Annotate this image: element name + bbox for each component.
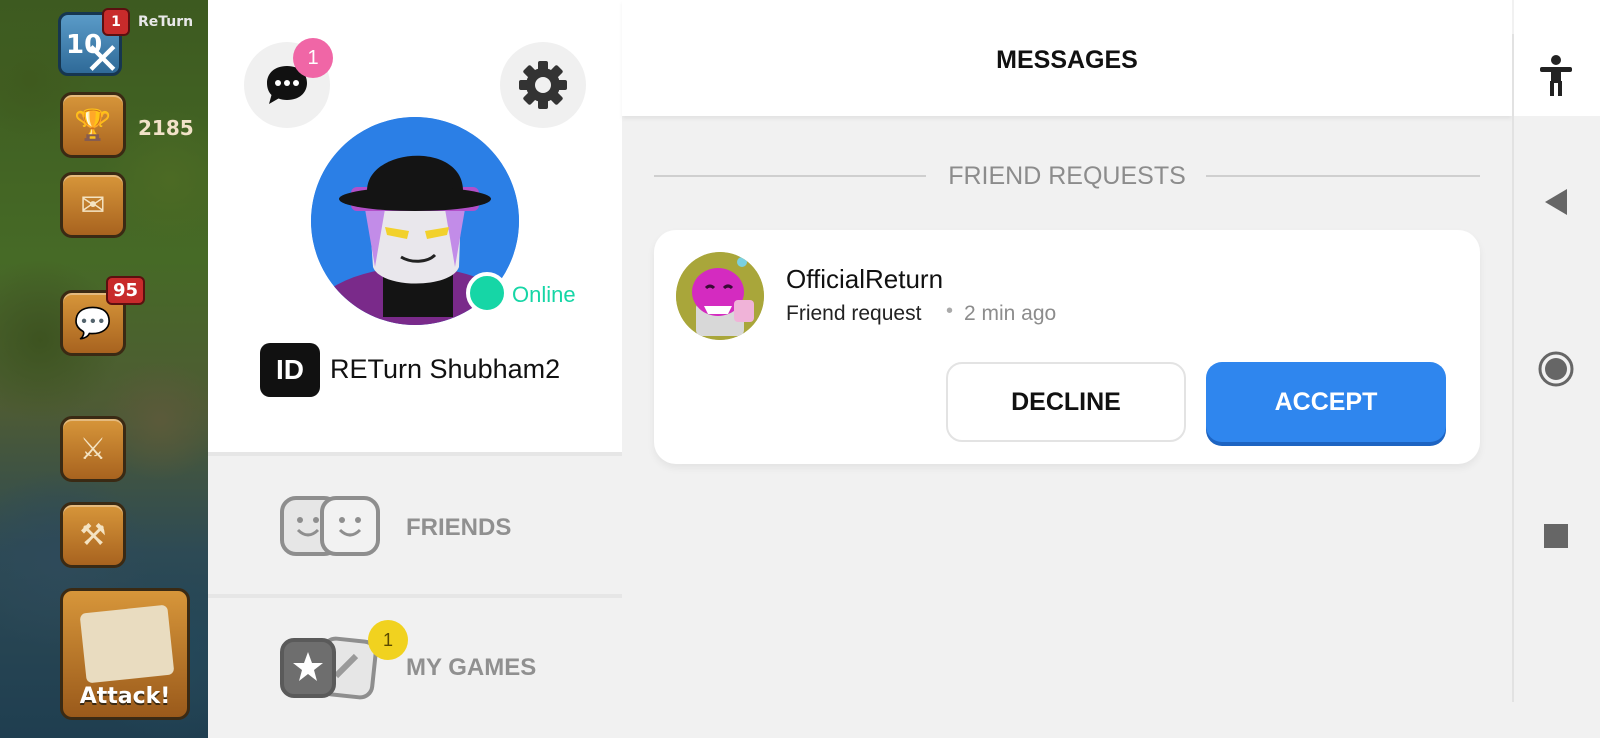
game-mail-button: ✉: [60, 172, 126, 238]
chat-icon: 💬: [74, 305, 112, 341]
request-avatar-image: [676, 252, 764, 340]
menu-item-friends[interactable]: FRIENDS: [208, 458, 622, 594]
friend-request-card: OfficialReturn Friend request • 2 min ag…: [654, 230, 1480, 464]
profile-panel: 1 Online ID RETurn Shubham2 FRIENDS 1 MY…: [208, 0, 622, 738]
section-divider: FRIEND REQUESTS: [654, 160, 1480, 190]
menu-item-label: MY GAMES: [406, 654, 537, 681]
separator-dot: •: [946, 300, 954, 322]
game-trophy-button: 🏆: [60, 92, 126, 158]
game-player-name: ReTurn: [138, 14, 194, 30]
request-avatar[interactable]: [676, 252, 764, 340]
page-title: MESSAGES: [996, 46, 1138, 74]
request-sender-name: OfficialReturn: [786, 264, 944, 294]
request-timestamp: 2 min ago: [964, 302, 1057, 325]
game-trophy-count: 2185: [138, 116, 194, 140]
hammer-icon: ⚒: [79, 517, 107, 553]
gear-icon: [519, 61, 567, 109]
recents-icon[interactable]: [1532, 512, 1580, 560]
system-navigation-bar: [1512, 0, 1600, 738]
game-background: 10 1 ReTurn ✕ 🏆 2185 ✉ 💬 95 ⚔ ⚒ Attack!: [0, 0, 210, 738]
friends-faces-icon: [280, 496, 380, 556]
menu-divider: [208, 452, 622, 456]
game-chat-badge: 95: [106, 276, 146, 305]
settings-button[interactable]: [500, 42, 586, 128]
game-builder-button: ⚒: [60, 502, 126, 568]
username: RETurn Shubham2: [330, 354, 561, 384]
game-battle-button: ⚔: [60, 416, 126, 482]
trophy-icon: 🏆: [74, 107, 112, 143]
game-attack-button: Attack!: [60, 588, 190, 720]
system-bar-divider: [1512, 34, 1514, 702]
online-status-dot: [466, 272, 508, 314]
chat-notification-badge: 1: [293, 38, 333, 78]
back-icon[interactable]: [1532, 178, 1580, 226]
profile-card: 1 Online ID RETurn Shubham2: [208, 0, 622, 452]
home-icon[interactable]: [1532, 345, 1580, 393]
online-status-label: Online: [512, 282, 576, 307]
game-level-badge: 1: [102, 8, 130, 36]
accept-button[interactable]: ACCEPT: [1206, 362, 1446, 442]
id-badge: ID: [260, 343, 320, 397]
game-attack-label: Attack!: [79, 684, 171, 709]
menu-item-my-games[interactable]: 1 MY GAMES: [208, 598, 622, 734]
menu-item-label: FRIENDS: [406, 514, 512, 541]
close-icon[interactable]: ✕: [84, 38, 121, 82]
messages-header: MESSAGES: [622, 0, 1512, 116]
map-icon: [79, 604, 175, 684]
request-type: Friend request: [786, 302, 922, 325]
crossed-swords-icon: ⚔: [79, 431, 107, 467]
decline-button[interactable]: DECLINE: [946, 362, 1186, 442]
my-games-badge: 1: [368, 620, 408, 660]
accessibility-icon[interactable]: [1532, 52, 1580, 100]
divider-line-right: [1206, 175, 1480, 177]
mail-icon: ✉: [80, 187, 106, 223]
